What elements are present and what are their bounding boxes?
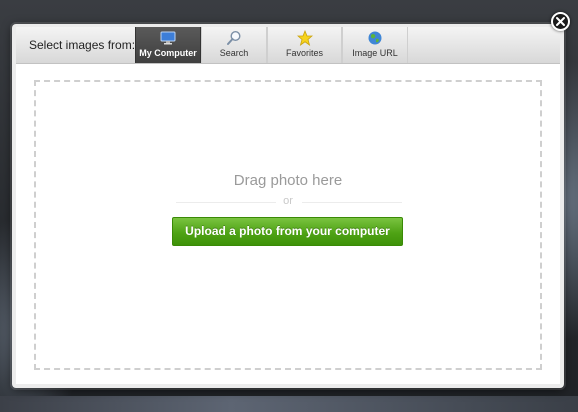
- or-text: or: [283, 195, 293, 207]
- tab-favorites[interactable]: Favorites: [267, 27, 342, 63]
- upload-photo-button[interactable]: Upload a photo from your computer: [172, 217, 403, 246]
- tab-label: My Computer: [139, 48, 197, 58]
- globe-icon: [368, 31, 382, 45]
- magnifier-icon: [227, 30, 241, 45]
- image-picker-dialog: Select images from: My Computer Search F…: [12, 24, 564, 388]
- tab-my-computer[interactable]: My Computer: [135, 27, 201, 63]
- photo-drop-zone[interactable]: Drag photo here or Upload a photo from y…: [34, 80, 542, 370]
- source-tab-bar: Select images from: My Computer Search F…: [16, 27, 560, 64]
- upload-panel: Drag photo here or Upload a photo from y…: [16, 64, 560, 384]
- star-icon: [296, 30, 313, 46]
- select-images-label: Select images from:: [29, 38, 136, 52]
- close-dialog-button[interactable]: [551, 12, 570, 31]
- drag-photo-text: Drag photo here: [233, 172, 343, 189]
- page-backdrop-strip: [0, 396, 578, 412]
- tab-label: Favorites: [285, 48, 323, 58]
- tab-search[interactable]: Search: [201, 27, 267, 63]
- close-icon: [556, 17, 565, 26]
- tab-image-url[interactable]: Image URL: [342, 27, 408, 63]
- tab-label: Search: [219, 48, 249, 58]
- monitor-icon: [160, 31, 176, 45]
- tab-label: Image URL: [352, 48, 398, 58]
